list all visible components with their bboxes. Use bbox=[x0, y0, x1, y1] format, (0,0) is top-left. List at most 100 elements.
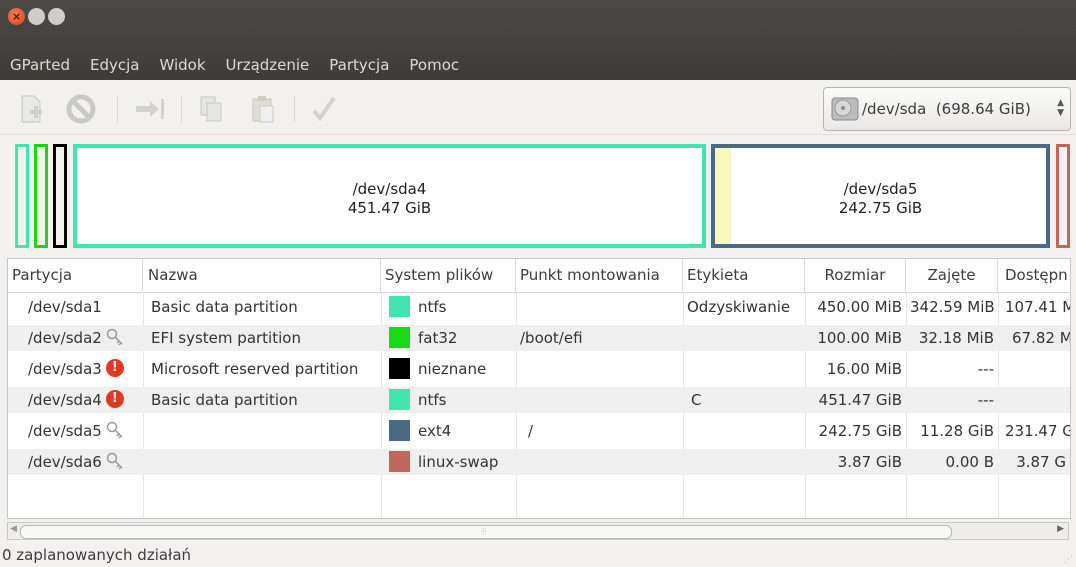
cell-size: 100.00 MiB bbox=[817, 329, 902, 347]
cell-filesystem: nieznane bbox=[385, 356, 516, 382]
table-header: Partycja Nazwa System plików Punkt monto… bbox=[8, 259, 1070, 293]
cell-used: 32.18 MiB bbox=[918, 329, 994, 347]
cell-filesystem: linux-swap bbox=[385, 449, 516, 475]
menu-help[interactable]: Pomoc bbox=[409, 53, 459, 77]
graph-partition-sda3[interactable] bbox=[53, 144, 67, 248]
cell-mountpoint: /boot/efi bbox=[520, 329, 583, 347]
harddisk-icon bbox=[831, 97, 859, 121]
toolbar-separator bbox=[294, 96, 295, 122]
cell-free bbox=[998, 387, 1070, 413]
new-partition-icon[interactable] bbox=[18, 94, 44, 124]
cell-label bbox=[683, 449, 805, 475]
cell-free: 67.82 M bbox=[1012, 329, 1071, 347]
cell-label bbox=[683, 418, 805, 444]
cell-name: EFI system partition bbox=[151, 329, 301, 347]
key-icon bbox=[106, 328, 123, 346]
window-close-button[interactable]: × bbox=[8, 8, 25, 25]
column-header-partition[interactable]: Partycja bbox=[8, 259, 143, 292]
cell-size: 242.75 GiB bbox=[818, 422, 902, 440]
table-row[interactable]: /dev/sda4! Basic data partition ntfs C 4… bbox=[8, 387, 1070, 413]
column-header-name[interactable]: Nazwa bbox=[143, 259, 381, 292]
toolbar-separator bbox=[117, 96, 118, 122]
menu-device[interactable]: Urządzenie bbox=[226, 53, 310, 77]
partition-graph: /dev/sda4 451.47 GiB /dev/sda5 242.75 GiB bbox=[0, 134, 1076, 258]
cell-filesystem: ntfs bbox=[385, 387, 516, 413]
table-row[interactable]: /dev/sda5 ext4 / 242.75 GiB 11.28 GiB 23… bbox=[8, 418, 1071, 444]
table-row[interactable]: /dev/sda2 EFI system partition fat32 /bo… bbox=[8, 325, 1071, 351]
cell-used: --- bbox=[977, 360, 994, 378]
toolbar-separator bbox=[181, 96, 182, 122]
scroll-left-arrow-icon[interactable]: ◀ bbox=[10, 524, 17, 534]
fs-color-swatch bbox=[389, 450, 410, 472]
table-row[interactable]: /dev/sda6 linux-swap 3.87 GiB 0.00 B 3.8… bbox=[8, 449, 1070, 475]
cell-partition: /dev/sda6 bbox=[24, 449, 143, 475]
cell-filesystem: ntfs bbox=[385, 294, 516, 320]
column-header-filesystem[interactable]: System plików bbox=[381, 259, 516, 292]
menu-gparted[interactable]: GParted bbox=[10, 53, 70, 77]
cell-name: Basic data partition bbox=[151, 298, 298, 316]
column-header-size[interactable]: Rozmiar bbox=[805, 259, 906, 292]
cell-label bbox=[683, 325, 805, 351]
table-row[interactable]: /dev/sda3! Microsoft reserved partition … bbox=[8, 356, 1070, 382]
cell-label: Odzyskiwanie bbox=[687, 298, 791, 316]
cell-partition: /dev/sda3! bbox=[24, 356, 143, 382]
graph-partition-sda1[interactable] bbox=[15, 144, 29, 248]
menu-partition[interactable]: Partycja bbox=[329, 53, 389, 77]
cell-label bbox=[683, 356, 805, 382]
updown-arrows-icon: ▲ ▼ bbox=[1057, 98, 1064, 118]
cell-free bbox=[998, 356, 1070, 382]
device-selector-label: /dev/sda (698.64 GiB) bbox=[862, 100, 1031, 118]
graph-partition-sda4[interactable]: /dev/sda4 451.47 GiB bbox=[73, 144, 706, 248]
cell-mountpoint bbox=[516, 294, 683, 320]
warning-icon: ! bbox=[105, 359, 124, 377]
graph-label-sda4: /dev/sda4 451.47 GiB bbox=[347, 180, 432, 217]
cell-mountpoint bbox=[516, 356, 683, 382]
graph-partition-sda5[interactable]: /dev/sda5 242.75 GiB bbox=[711, 144, 1050, 248]
column-header-mountpoint[interactable]: Punkt montowania bbox=[516, 259, 683, 292]
cell-mountpoint bbox=[516, 387, 683, 413]
status-text: 0 zaplanowanych działań bbox=[2, 546, 192, 564]
copy-icon[interactable] bbox=[198, 94, 224, 124]
delete-icon[interactable] bbox=[66, 94, 96, 124]
window-maximize-button[interactable] bbox=[48, 8, 65, 25]
cell-size: 3.87 GiB bbox=[837, 453, 902, 471]
graph-partition-sda6[interactable] bbox=[1056, 144, 1070, 248]
cell-free: 231.47 G bbox=[1005, 422, 1071, 440]
column-header-free[interactable]: Dostępn bbox=[998, 259, 1070, 292]
resize-move-icon[interactable] bbox=[134, 94, 166, 124]
column-header-used[interactable]: Zajęte bbox=[906, 259, 998, 292]
cell-used: 342.59 MiB bbox=[910, 298, 995, 316]
cell-used: 0.00 B bbox=[945, 453, 994, 471]
cell-size: 450.00 MiB bbox=[817, 298, 902, 316]
cell-used: --- bbox=[977, 391, 994, 409]
fs-color-swatch bbox=[389, 295, 410, 317]
fs-color-swatch bbox=[389, 326, 410, 348]
paste-icon[interactable] bbox=[250, 94, 276, 124]
cell-filesystem: fat32 bbox=[385, 325, 516, 351]
warning-icon: ! bbox=[105, 390, 124, 408]
horizontal-scrollbar[interactable]: ◀ ⦙⦙⦙ ▶ bbox=[7, 522, 1069, 540]
partition-table: Partycja Nazwa System plików Punkt monto… bbox=[7, 258, 1071, 519]
cell-partition: /dev/sda5 bbox=[24, 418, 143, 444]
fs-color-swatch bbox=[389, 357, 410, 379]
fs-color-swatch bbox=[389, 419, 410, 441]
scrollbar-thumb[interactable]: ⦙⦙⦙ bbox=[20, 525, 952, 539]
window-minimize-button[interactable] bbox=[28, 8, 45, 25]
menu-edit[interactable]: Edycja bbox=[90, 53, 139, 77]
fs-color-swatch bbox=[389, 388, 410, 410]
graph-partition-sda2[interactable] bbox=[34, 144, 48, 248]
window-titlebar: × GParted Edycja Widok Urządzenie Partyc… bbox=[0, 0, 1076, 80]
column-header-label[interactable]: Etykieta bbox=[683, 259, 805, 292]
cell-free: 107.41 M bbox=[1005, 298, 1071, 316]
resize-grip-icon[interactable]: ⋰ bbox=[1064, 555, 1073, 565]
cell-mountpoint: / bbox=[528, 422, 534, 440]
scroll-right-arrow-icon[interactable]: ▶ bbox=[1057, 524, 1064, 534]
apply-icon[interactable] bbox=[311, 94, 337, 124]
menu-view[interactable]: Widok bbox=[159, 53, 205, 77]
cell-partition: /dev/sda1 bbox=[28, 298, 102, 316]
device-selector[interactable]: /dev/sda (698.64 GiB) ▲ ▼ bbox=[823, 87, 1071, 131]
cell-size: 451.47 GiB bbox=[818, 391, 902, 409]
menubar: GParted Edycja Widok Urządzenie Partycja… bbox=[10, 53, 479, 77]
table-row[interactable]: /dev/sda1 Basic data partition ntfs Odzy… bbox=[8, 294, 1071, 320]
cell-name bbox=[147, 418, 381, 444]
